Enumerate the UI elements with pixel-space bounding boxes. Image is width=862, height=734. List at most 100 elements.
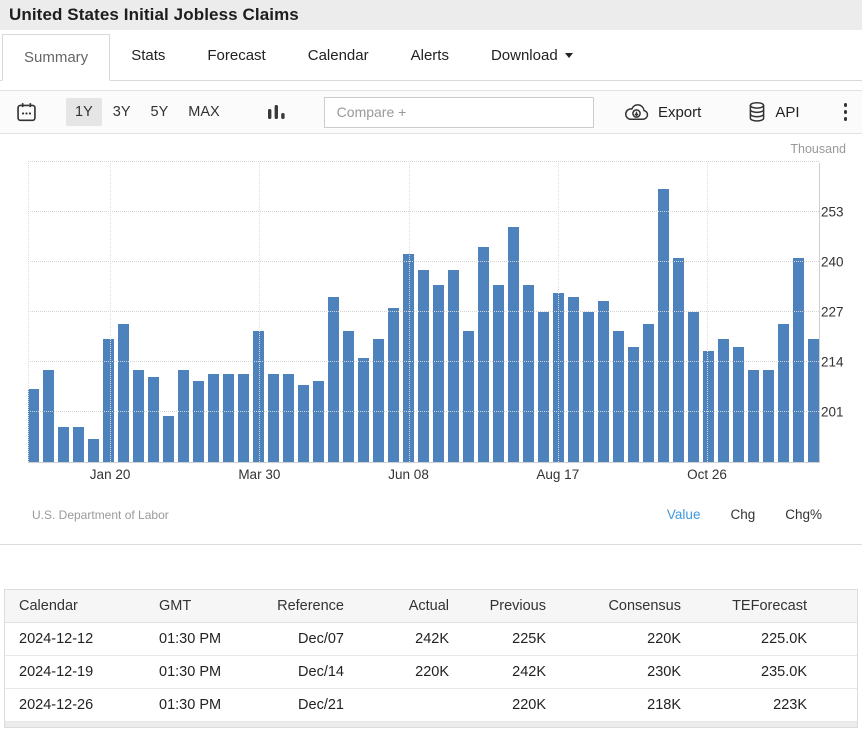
api-button[interactable]: API bbox=[747, 101, 799, 123]
tab-calendar[interactable]: Calendar bbox=[287, 30, 390, 80]
range-selector: 1Y 3Y 5Y MAX bbox=[66, 98, 231, 126]
chart-bar[interactable] bbox=[328, 297, 339, 462]
cell-consensus: 218K bbox=[560, 689, 695, 722]
chart-bar[interactable] bbox=[283, 374, 294, 463]
chart-bar[interactable] bbox=[508, 227, 519, 462]
cell-teforecast: 225.0K bbox=[695, 623, 857, 656]
cell-actual bbox=[358, 689, 463, 722]
x-axis-tick-label: Mar 30 bbox=[238, 467, 280, 482]
chart-bar[interactable] bbox=[628, 347, 639, 462]
tab-label: Stats bbox=[131, 47, 165, 64]
col-header-consensus: Consensus bbox=[560, 590, 695, 623]
chart-bar[interactable] bbox=[733, 347, 744, 462]
chart-bar[interactable] bbox=[643, 324, 654, 463]
chart-bar[interactable] bbox=[298, 385, 309, 462]
chg-pct-mode-link[interactable]: Chg% bbox=[785, 507, 822, 522]
chart-bar[interactable] bbox=[118, 324, 129, 463]
cell-gmt: 01:30 PM bbox=[145, 623, 263, 656]
cell-gmt: 01:30 PM bbox=[145, 656, 263, 689]
gridline bbox=[28, 411, 819, 412]
chart-bar[interactable] bbox=[163, 416, 174, 462]
y-axis-tick-label: 240 bbox=[821, 255, 859, 270]
range-3y-button[interactable]: 3Y bbox=[104, 98, 140, 126]
range-max-button[interactable]: MAX bbox=[179, 98, 228, 126]
chart-bar[interactable] bbox=[748, 370, 759, 462]
gridline bbox=[259, 163, 260, 462]
tab-label: Summary bbox=[24, 49, 88, 66]
value-mode-link[interactable]: Value bbox=[667, 507, 701, 522]
bar-chart-type-icon[interactable] bbox=[267, 102, 286, 123]
chart-bar[interactable] bbox=[223, 374, 234, 463]
chart-bar[interactable] bbox=[88, 439, 99, 462]
chart-bar[interactable] bbox=[703, 351, 714, 463]
col-header-reference: Reference bbox=[263, 590, 358, 623]
chart-bar[interactable] bbox=[763, 370, 774, 462]
series-mode-links: Value Chg Chg% bbox=[637, 507, 822, 522]
chart-bar[interactable] bbox=[193, 381, 204, 462]
gridline bbox=[28, 311, 819, 312]
chart-bar[interactable] bbox=[448, 270, 459, 462]
chart-bar[interactable] bbox=[418, 270, 429, 462]
chart-bar[interactable] bbox=[208, 374, 219, 463]
chart-bar[interactable] bbox=[103, 339, 114, 462]
chart-bar[interactable] bbox=[478, 247, 489, 462]
chart-bar[interactable] bbox=[58, 427, 69, 462]
chart-bar[interactable] bbox=[658, 189, 669, 462]
range-1y-button[interactable]: 1Y bbox=[66, 98, 102, 126]
title-bar: United States Initial Jobless Claims bbox=[0, 0, 862, 30]
chart-bar[interactable] bbox=[463, 331, 474, 462]
export-button[interactable]: Export bbox=[623, 103, 701, 122]
x-axis-tick-label: Jun 08 bbox=[388, 467, 429, 482]
page-title: United States Initial Jobless Claims bbox=[9, 5, 299, 25]
chart-bar[interactable] bbox=[598, 301, 609, 463]
gridline bbox=[558, 163, 559, 462]
gridline bbox=[28, 163, 29, 462]
chart-bar[interactable] bbox=[343, 331, 354, 462]
chart-bar[interactable] bbox=[268, 374, 279, 463]
chart-bar[interactable] bbox=[568, 297, 579, 462]
chart-bar[interactable] bbox=[778, 324, 789, 463]
gridline bbox=[28, 211, 819, 212]
chg-mode-link[interactable]: Chg bbox=[730, 507, 755, 522]
table-row[interactable]: 2024-12-19 01:30 PM Dec/14 220K 242K 230… bbox=[5, 656, 857, 689]
toolbar-actions: Export API bbox=[623, 101, 847, 123]
y-axis-tick-label: 201 bbox=[821, 405, 859, 420]
table-row[interactable]: 2024-12-26 01:30 PM Dec/21 220K 218K 223… bbox=[5, 689, 857, 722]
chart-bar[interactable] bbox=[28, 389, 39, 462]
chart-bar[interactable] bbox=[388, 308, 399, 462]
range-5y-button[interactable]: 5Y bbox=[142, 98, 178, 126]
chart-bar[interactable] bbox=[583, 312, 594, 462]
chart-bar[interactable] bbox=[43, 370, 54, 462]
chart-bar[interactable] bbox=[148, 377, 159, 462]
tab-download[interactable]: Download bbox=[470, 30, 594, 80]
tab-summary[interactable]: Summary bbox=[2, 34, 110, 81]
y-axis-tick-label: 253 bbox=[821, 205, 859, 220]
spacer bbox=[0, 81, 862, 90]
compare-input[interactable] bbox=[324, 97, 594, 128]
table-row[interactable]: 2024-12-12 01:30 PM Dec/07 242K 225K 220… bbox=[5, 623, 857, 656]
gridline bbox=[28, 361, 819, 362]
calendar-icon[interactable] bbox=[15, 101, 38, 124]
chart-bar[interactable] bbox=[688, 312, 699, 462]
tab-stats[interactable]: Stats bbox=[110, 30, 186, 80]
chart-bar[interactable] bbox=[613, 331, 624, 462]
tab-alerts[interactable]: Alerts bbox=[390, 30, 470, 80]
chart-toolbar: 1Y 3Y 5Y MAX Export API bbox=[0, 90, 862, 134]
tab-forecast[interactable]: Forecast bbox=[186, 30, 286, 80]
chart-bar[interactable] bbox=[313, 381, 324, 462]
chart-bar[interactable] bbox=[718, 339, 729, 462]
cell-date: 2024-12-26 bbox=[5, 689, 145, 722]
cell-previous: 225K bbox=[463, 623, 560, 656]
chart-bar[interactable] bbox=[133, 370, 144, 462]
cell-previous: 220K bbox=[463, 689, 560, 722]
chart-bar[interactable] bbox=[238, 374, 249, 463]
chart-bar[interactable] bbox=[373, 339, 384, 462]
kebab-menu-icon[interactable] bbox=[844, 101, 848, 122]
chart-bar[interactable] bbox=[73, 427, 84, 462]
chevron-down-icon bbox=[565, 53, 573, 58]
chart-bar[interactable] bbox=[178, 370, 189, 462]
gridline bbox=[707, 163, 708, 462]
chart-bar[interactable] bbox=[538, 312, 549, 462]
cell-actual: 220K bbox=[358, 656, 463, 689]
chart-bar[interactable] bbox=[808, 339, 819, 462]
